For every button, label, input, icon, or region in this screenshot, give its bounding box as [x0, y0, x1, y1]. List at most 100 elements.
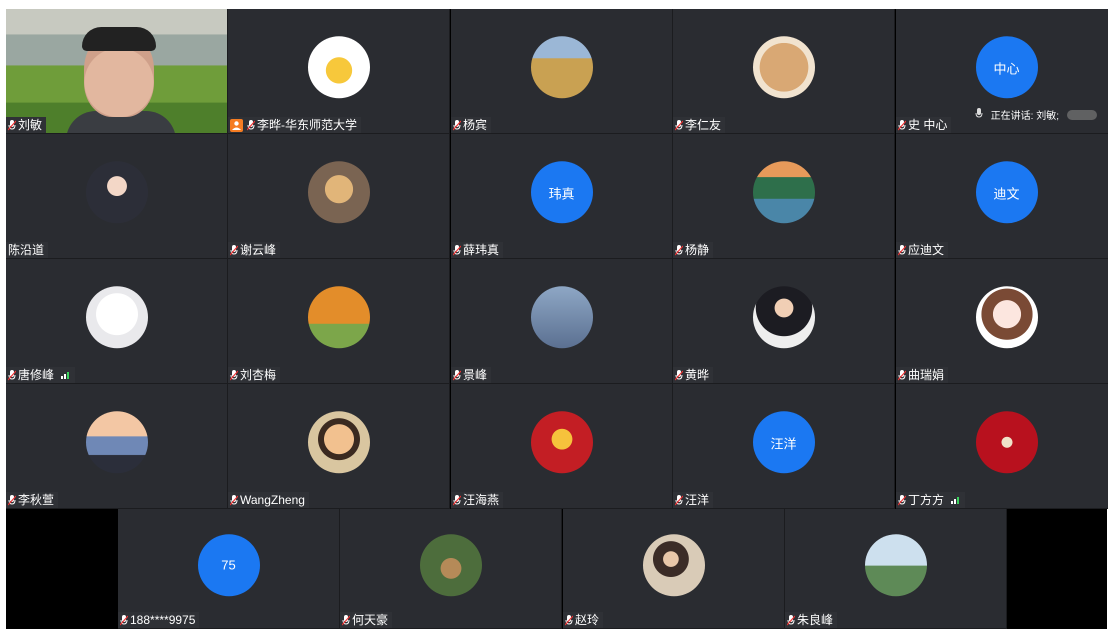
mic-muted-icon: [675, 494, 683, 506]
participant-name: 景峰: [463, 368, 488, 382]
participant-name: 朱良峰: [797, 613, 834, 627]
signal-strength-icon: [61, 367, 71, 383]
participant-name: 陈沿道: [8, 243, 45, 257]
mic-muted-icon: [898, 494, 906, 506]
participant-name: 丁方方: [908, 493, 945, 507]
participant-name-tag: 陈沿道: [6, 242, 49, 258]
participant-tile[interactable]: 何天豪: [340, 509, 562, 629]
video-feed: [6, 9, 227, 133]
participant-tile[interactable]: WangZheng: [228, 384, 450, 509]
participant-name-tag: 李晔-华东师范大学: [228, 117, 361, 133]
speaker-hair: [82, 27, 156, 51]
participant-name: 何天豪: [352, 613, 389, 627]
participant-avatar: [530, 286, 593, 349]
participant-avatar: [530, 36, 593, 99]
participant-tile[interactable]: 刘杏梅: [228, 259, 450, 384]
speaking-label: 正在讲话: 刘敏;: [990, 111, 1059, 122]
participant-tile[interactable]: 朱良峰: [785, 509, 1007, 629]
participant-name: 汪海燕: [463, 493, 500, 507]
participant-avatar: [530, 411, 593, 474]
participant-name-tag: 杨静: [673, 242, 714, 258]
participant-avatar: [642, 533, 705, 596]
mic-muted-icon: [230, 494, 238, 506]
participant-avatar: 75: [197, 533, 260, 596]
participant-avatar: [752, 161, 815, 224]
mic-muted-icon: [453, 494, 461, 506]
mic-muted-icon: [8, 494, 16, 506]
participant-tile[interactable]: 曲瑞娟: [896, 259, 1108, 384]
mic-muted-icon: [675, 119, 683, 131]
mic-muted-icon: [230, 369, 238, 381]
participant-tile[interactable]: 75 188****9975: [118, 509, 340, 629]
participant-tile[interactable]: 谢云峰: [228, 134, 450, 259]
participant-tile[interactable]: 李晔-华东师范大学: [228, 9, 450, 134]
participant-tile[interactable]: 景峰: [451, 259, 673, 384]
participant-name-tag: 刘杏梅: [228, 367, 281, 383]
participant-avatar: [864, 533, 927, 596]
participant-avatar: [307, 411, 370, 474]
participant-name-tag: 李秋萱: [6, 492, 59, 508]
participant-name: 刘敏: [18, 118, 43, 132]
mic-muted-icon: [8, 369, 16, 381]
mic-icon: [975, 107, 983, 122]
participant-name: 薛玮真: [463, 243, 500, 257]
participant-tile[interactable]: 陈沿道: [6, 134, 228, 259]
participant-avatar: [307, 36, 370, 99]
participant-tile[interactable]: 玮真 薛玮真: [451, 134, 673, 259]
mic-muted-icon: [342, 614, 350, 626]
participant-name: 杨宾: [463, 118, 488, 132]
participant-name: WangZheng: [240, 493, 305, 507]
participant-name-tag: 李仁友: [673, 117, 726, 133]
participant-name-tag: 黄晔: [673, 367, 714, 383]
participant-name: 赵玲: [575, 613, 600, 627]
participant-name: 188****9975: [130, 613, 196, 627]
participant-tile[interactable]: 黄晔: [673, 259, 895, 384]
participant-avatar: [307, 161, 370, 224]
mic-muted-icon: [247, 119, 255, 131]
participant-name-tag: 188****9975: [118, 612, 200, 628]
mic-muted-icon: [898, 244, 906, 256]
participant-name: 刘杏梅: [240, 368, 277, 382]
mic-muted-icon: [120, 614, 128, 626]
participant-avatar: [85, 286, 148, 349]
participant-name: 唐修峰: [18, 368, 55, 382]
participant-tile[interactable]: 唐修峰: [6, 259, 228, 384]
participant-name-tag: 汪洋: [673, 492, 714, 508]
participant-name-tag: 朱良峰: [785, 612, 838, 628]
participant-tile[interactable]: 李仁友: [673, 9, 895, 134]
participant-tile[interactable]: 杨静: [673, 134, 895, 259]
participant-tile[interactable]: 汪洋 汪洋: [673, 384, 895, 509]
participant-tile[interactable]: 刘敏: [6, 9, 228, 134]
mic-muted-icon: [898, 369, 906, 381]
participant-avatar: [752, 286, 815, 349]
participant-avatar: [752, 36, 815, 99]
participant-tile[interactable]: 丁方方: [896, 384, 1108, 509]
mic-muted-icon: [453, 119, 461, 131]
mic-muted-icon: [675, 244, 683, 256]
mic-muted-icon: [898, 119, 906, 131]
participant-avatar: 迪文: [975, 161, 1038, 224]
host-icon: [230, 118, 243, 132]
participant-name-tag: 何天豪: [340, 612, 393, 628]
participant-tile[interactable]: 李秋萱: [6, 384, 228, 509]
participant-avatar: [975, 286, 1038, 349]
participant-name: 应迪文: [908, 243, 945, 257]
participant-name-tag: 薛玮真: [451, 242, 504, 258]
signal-strength-icon: [951, 492, 961, 508]
participant-name-tag: 史 中心: [896, 117, 952, 133]
participant-tile[interactable]: 迪文应迪文: [896, 134, 1108, 259]
participant-avatar: [975, 411, 1038, 474]
mic-muted-icon: [453, 369, 461, 381]
participant-name: 谢云峰: [240, 243, 277, 257]
participant-name-tag: 谢云峰: [228, 242, 281, 258]
participant-name: 汪洋: [685, 493, 710, 507]
participant-tile[interactable]: 杨宾: [451, 9, 673, 134]
participant-tile[interactable]: 赵玲: [563, 509, 785, 629]
participant-name: 曲瑞娟: [908, 368, 945, 382]
participant-avatar: [85, 161, 148, 224]
participant-name: 李仁友: [685, 118, 722, 132]
participant-name-tag: 唐修峰: [6, 367, 76, 383]
participant-name: 杨静: [685, 243, 710, 257]
participant-name-tag: 赵玲: [563, 612, 604, 628]
participant-tile[interactable]: 汪海燕: [451, 384, 673, 509]
